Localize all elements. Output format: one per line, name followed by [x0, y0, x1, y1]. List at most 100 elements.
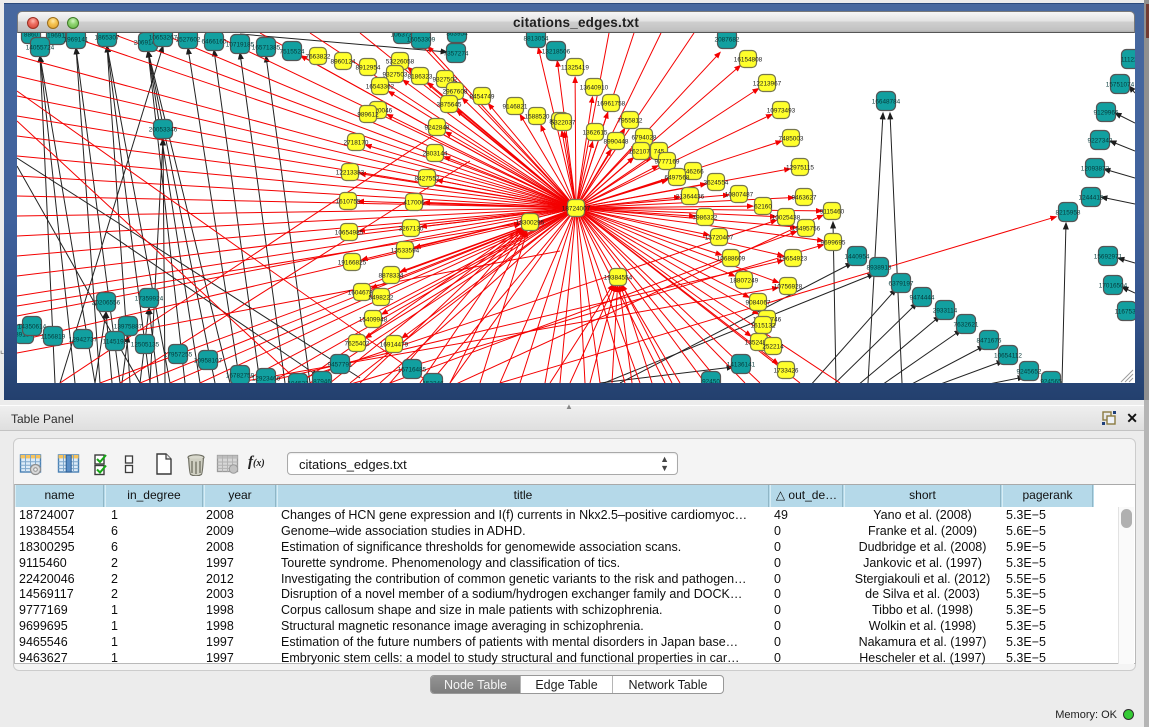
svg-text:9146821: 9146821 [503, 103, 528, 110]
svg-text:2718170: 2718170 [344, 139, 369, 146]
svg-text:10654112: 10654112 [994, 352, 1022, 359]
svg-text:7663822: 7663822 [306, 53, 331, 60]
svg-text:10756928: 10756928 [774, 283, 803, 290]
svg-text:1733426: 1733426 [774, 367, 799, 374]
svg-text:18807249: 18807249 [730, 277, 759, 284]
svg-text:6497568: 6497568 [665, 174, 690, 181]
svg-text:9242848: 9242848 [425, 124, 450, 131]
svg-text:16495756: 16495756 [792, 225, 821, 232]
svg-text:1527602: 1527602 [176, 36, 201, 43]
svg-text:1156819: 1156819 [41, 333, 66, 340]
svg-text:1610755: 1610755 [336, 198, 361, 205]
svg-text:3624554: 3624554 [704, 179, 729, 186]
svg-text:16782759: 16782759 [226, 372, 255, 379]
svg-text:16914479: 16914479 [380, 341, 409, 348]
svg-text:104523: 104523 [287, 380, 309, 383]
svg-text:21364436: 21364436 [676, 193, 705, 200]
svg-text:7632621: 7632621 [954, 321, 979, 328]
svg-text:8813054: 8813054 [524, 35, 549, 42]
svg-text:13975887: 13975887 [114, 323, 143, 330]
svg-text:2933114: 2933114 [933, 307, 958, 314]
svg-text:10688609: 10688609 [717, 255, 746, 262]
svg-text:7955812: 7955812 [618, 117, 643, 124]
svg-text:924565: 924565 [1040, 378, 1062, 383]
svg-text:20053346: 20053346 [149, 126, 178, 133]
svg-text:9327503: 9327503 [383, 71, 408, 78]
svg-text:87946: 87946 [313, 378, 331, 383]
svg-text:18724007: 18724007 [562, 205, 591, 212]
svg-text:19166825: 19166825 [338, 259, 367, 266]
svg-text:12942737: 12942737 [69, 336, 98, 343]
svg-text:9227342: 9227342 [1088, 137, 1113, 144]
svg-text:10025438: 10025438 [772, 214, 801, 221]
svg-text:10958107: 10958107 [194, 357, 223, 364]
svg-text:2803144: 2803144 [423, 150, 448, 157]
svg-text:8427552: 8427552 [415, 175, 440, 182]
svg-text:10719185: 10719185 [226, 41, 255, 48]
svg-text:16571385: 16571385 [252, 44, 281, 51]
svg-text:7625402: 7625402 [345, 340, 370, 347]
svg-text:12505135: 12505135 [131, 341, 160, 348]
svg-text:16053309: 16053309 [407, 36, 436, 43]
svg-text:6794028: 6794028 [632, 134, 657, 141]
svg-text:8215958: 8215958 [1056, 209, 1081, 216]
svg-text:8938918: 8938918 [867, 264, 892, 271]
svg-text:3875645: 3875645 [437, 101, 462, 108]
svg-text:8471676: 8471676 [977, 337, 1002, 344]
svg-text:12213967: 12213967 [753, 80, 782, 87]
svg-text:53226058: 53226058 [386, 58, 415, 65]
svg-text:19384554: 19384554 [604, 274, 633, 281]
svg-text:5322037: 5322037 [551, 119, 576, 126]
svg-text:9777169: 9777169 [655, 158, 680, 165]
svg-text:417006: 417006 [403, 199, 425, 206]
svg-text:8960124: 8960124 [331, 58, 356, 65]
svg-text:16648784: 16648784 [872, 98, 901, 105]
svg-text:12213383: 12213383 [336, 169, 365, 176]
svg-text:863954: 863954 [446, 33, 468, 37]
svg-text:1615132: 1615132 [751, 322, 776, 329]
svg-text:8454749: 8454749 [470, 93, 495, 100]
svg-text:7515524: 7515524 [280, 48, 305, 55]
svg-text:17957255: 17957255 [164, 351, 193, 358]
svg-text:1244415: 1244415 [1079, 194, 1104, 201]
svg-text:9463627: 9463627 [792, 194, 817, 201]
svg-text:16961758: 16961758 [597, 100, 626, 107]
svg-text:111226: 111226 [1121, 56, 1135, 63]
svg-text:17359924: 17359924 [135, 295, 164, 302]
svg-text:13533594: 13533594 [391, 247, 420, 254]
svg-text:15692971: 15692971 [1094, 253, 1123, 260]
svg-text:9699695: 9699695 [821, 239, 846, 246]
svg-text:9474444: 9474444 [910, 294, 935, 301]
svg-text:989612: 989612 [357, 111, 379, 118]
svg-text:20206556: 20206556 [92, 299, 121, 306]
svg-text:1362615: 1362615 [583, 129, 608, 136]
svg-text:15409948: 15409948 [359, 316, 388, 323]
svg-text:9115460: 9115460 [820, 208, 845, 215]
svg-text:9457791: 9457791 [328, 361, 353, 368]
svg-text:8186323: 8186323 [408, 73, 433, 80]
svg-text:10973493: 10973493 [767, 107, 796, 114]
svg-text:12975115: 12975115 [786, 164, 814, 171]
svg-text:9245652: 9245652 [1017, 368, 1042, 375]
svg-text:13640910: 13640910 [580, 84, 609, 91]
svg-text:1588520: 1588520 [525, 113, 550, 120]
svg-text:1440954: 1440954 [845, 253, 870, 260]
svg-text:3267130: 3267130 [399, 225, 424, 232]
svg-text:92450: 92450 [702, 378, 720, 383]
svg-text:14350614: 14350614 [18, 323, 47, 330]
svg-text:9129966: 9129966 [1094, 109, 1119, 116]
svg-text:16543362: 16543362 [366, 83, 395, 90]
svg-text:7986322: 7986322 [693, 214, 718, 221]
svg-text:18300295: 18300295 [516, 219, 545, 226]
svg-text:15720407: 15720407 [705, 234, 734, 241]
svg-text:6466160: 6466160 [202, 38, 227, 45]
svg-text:8878334: 8878334 [379, 272, 404, 279]
svg-text:13218506: 13218506 [542, 48, 571, 55]
svg-text:2967608: 2967608 [443, 88, 468, 95]
svg-text:1145193: 1145193 [103, 338, 128, 345]
svg-text:8912954: 8912954 [356, 64, 381, 71]
svg-text:7357274: 7357274 [444, 50, 469, 57]
svg-text:8990448: 8990448 [604, 138, 629, 145]
svg-text:12923466: 12923466 [252, 375, 281, 382]
svg-text:10653267: 10653267 [149, 34, 178, 41]
